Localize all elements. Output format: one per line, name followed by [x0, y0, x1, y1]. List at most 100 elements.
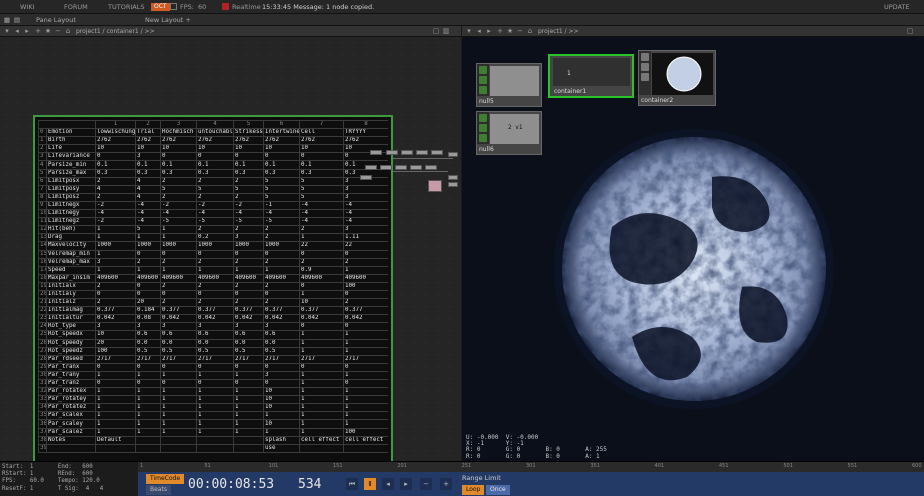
- row-number[interactable]: 5: [38, 168, 47, 178]
- table-cell[interactable]: 1: [263, 411, 300, 421]
- table-cell[interactable]: 1: [299, 403, 344, 413]
- table-cell[interactable]: 2: [95, 192, 136, 202]
- table-cell[interactable]: 1: [233, 427, 264, 437]
- table-cell[interactable]: 1: [299, 370, 344, 381]
- table-cell[interactable]: 1: [160, 427, 197, 437]
- table-cell[interactable]: cell effect: [299, 435, 344, 445]
- table-cell[interactable]: 0: [135, 362, 161, 372]
- row-number[interactable]: 29: [38, 362, 47, 372]
- rewind-icon[interactable]: ⏮: [346, 478, 358, 490]
- timecode-toggle[interactable]: TimeCode: [146, 474, 185, 484]
- table-cell[interactable]: 1: [343, 387, 388, 397]
- row-number[interactable]: 0: [38, 128, 47, 138]
- table-cell[interactable]: 0.6: [263, 330, 300, 340]
- table-cell[interactable]: 3: [160, 322, 197, 332]
- table-cell[interactable]: -4: [135, 217, 161, 227]
- table-cell[interactable]: 0.3: [135, 168, 161, 178]
- table-cell[interactable]: 2: [196, 192, 234, 202]
- table-cell[interactable]: 5: [299, 176, 344, 186]
- table-cell[interactable]: -2: [233, 200, 264, 211]
- table-cell[interactable]: 0: [299, 281, 344, 291]
- row-number[interactable]: 1: [38, 136, 47, 146]
- table-cell[interactable]: 1: [135, 233, 161, 243]
- table-cell[interactable]: Birth: [46, 136, 96, 146]
- table-cell[interactable]: 0: [343, 322, 388, 332]
- table-cell[interactable]: 2762: [343, 136, 388, 146]
- table-cell[interactable]: 409600: [160, 273, 197, 283]
- table-cell[interactable]: 2717: [263, 354, 300, 364]
- right-star-icon[interactable]: ★: [506, 27, 514, 35]
- table-cell[interactable]: 10: [95, 144, 136, 154]
- table-cell[interactable]: 20: [135, 298, 161, 308]
- table-cell[interactable]: Rot_speedx: [46, 330, 96, 340]
- table-cell[interactable]: Par_rotatex: [46, 387, 96, 397]
- row-number[interactable]: 9: [38, 200, 47, 211]
- star-icon[interactable]: ★: [44, 27, 52, 35]
- table-cell[interactable]: 0.377: [343, 306, 388, 316]
- row-number[interactable]: 27: [38, 346, 47, 356]
- table-cell[interactable]: Initialy: [46, 289, 96, 300]
- table-cell[interactable]: Par_scalex: [46, 411, 96, 421]
- pane-layout-button[interactable]: Pane Layout: [36, 16, 76, 24]
- mini-op[interactable]: [401, 150, 413, 155]
- table-cell[interactable]: 1000: [95, 241, 136, 251]
- table-cell[interactable]: Parsize_max: [46, 168, 96, 178]
- table-cell[interactable]: 2: [196, 176, 234, 186]
- table-cell[interactable]: 1: [196, 411, 234, 421]
- table-cell[interactable]: [160, 435, 197, 445]
- left-network-pane[interactable]: 1 2 3 4 5 6 7 8 0 Emotion lowwischung Trial Hochmisc…: [0, 37, 461, 493]
- table-cell[interactable]: 3: [135, 322, 161, 332]
- table-cell[interactable]: 10: [263, 403, 300, 413]
- table-cell[interactable]: 1: [299, 419, 344, 429]
- row-number[interactable]: 35: [38, 411, 47, 421]
- table-cell[interactable]: 2: [233, 257, 264, 267]
- table-cell[interactable]: 0.042: [343, 314, 388, 324]
- table-cell[interactable]: [343, 443, 388, 453]
- table-cell[interactable]: 20: [95, 338, 136, 348]
- table-cell[interactable]: -4: [343, 217, 388, 227]
- table-cell[interactable]: 0: [135, 289, 161, 300]
- table-cell[interactable]: 3: [233, 233, 264, 243]
- table-cell[interactable]: 10: [263, 419, 300, 429]
- table-cell[interactable]: Hit(beh): [46, 225, 96, 235]
- table-cell[interactable]: 5: [299, 184, 344, 194]
- table-cell[interactable]: 2: [343, 298, 388, 308]
- table-cell[interactable]: Limitposy: [46, 184, 96, 194]
- row-number[interactable]: 15: [38, 249, 47, 259]
- table-cell[interactable]: 4: [135, 192, 161, 202]
- table-cell[interactable]: Emotion: [46, 128, 96, 138]
- table-cell[interactable]: 1: [95, 419, 136, 429]
- row-number[interactable]: 20: [38, 289, 47, 300]
- table-cell[interactable]: 0.042: [233, 314, 264, 324]
- table-cell[interactable]: 2: [95, 281, 136, 291]
- table-cell[interactable]: Notes: [46, 435, 96, 445]
- table-cell[interactable]: 0: [263, 289, 300, 300]
- row-number[interactable]: 18: [38, 273, 47, 283]
- frame-display[interactable]: 534: [298, 477, 321, 492]
- table-cell[interactable]: 0.3: [160, 168, 197, 178]
- table-cell[interactable]: [135, 443, 161, 453]
- table-cell[interactable]: -4: [135, 200, 161, 211]
- table-cell[interactable]: 100: [343, 281, 388, 291]
- table-cell[interactable]: 0: [135, 249, 161, 259]
- table-cell[interactable]: 22: [299, 241, 344, 251]
- table-cell[interactable]: [196, 435, 234, 445]
- table-cell[interactable]: 409600: [343, 273, 388, 283]
- table-cell[interactable]: 1: [343, 403, 388, 413]
- table-cell[interactable]: 409600: [299, 273, 344, 283]
- table-cell[interactable]: Par_scaley: [46, 419, 96, 429]
- table-cell[interactable]: 1: [135, 427, 161, 437]
- table-cell[interactable]: 1: [95, 265, 136, 275]
- layout-grid-icon[interactable]: ▦: [3, 16, 11, 24]
- left-breadcrumb[interactable]: project1 / container1 / >>: [76, 28, 155, 35]
- table-cell[interactable]: 2: [263, 281, 300, 291]
- table-cell[interactable]: 0.0: [233, 338, 264, 348]
- new-layout-button[interactable]: New Layout +: [145, 16, 191, 24]
- add-icon[interactable]: +: [34, 27, 42, 35]
- table-cell[interactable]: 2: [233, 176, 264, 186]
- table-cell[interactable]: 0.6: [135, 330, 161, 340]
- table-cell[interactable]: 1: [160, 411, 197, 421]
- table-cell[interactable]: 10: [160, 144, 197, 154]
- table-cell[interactable]: 1: [233, 403, 264, 413]
- table-cell[interactable]: 0: [160, 289, 197, 300]
